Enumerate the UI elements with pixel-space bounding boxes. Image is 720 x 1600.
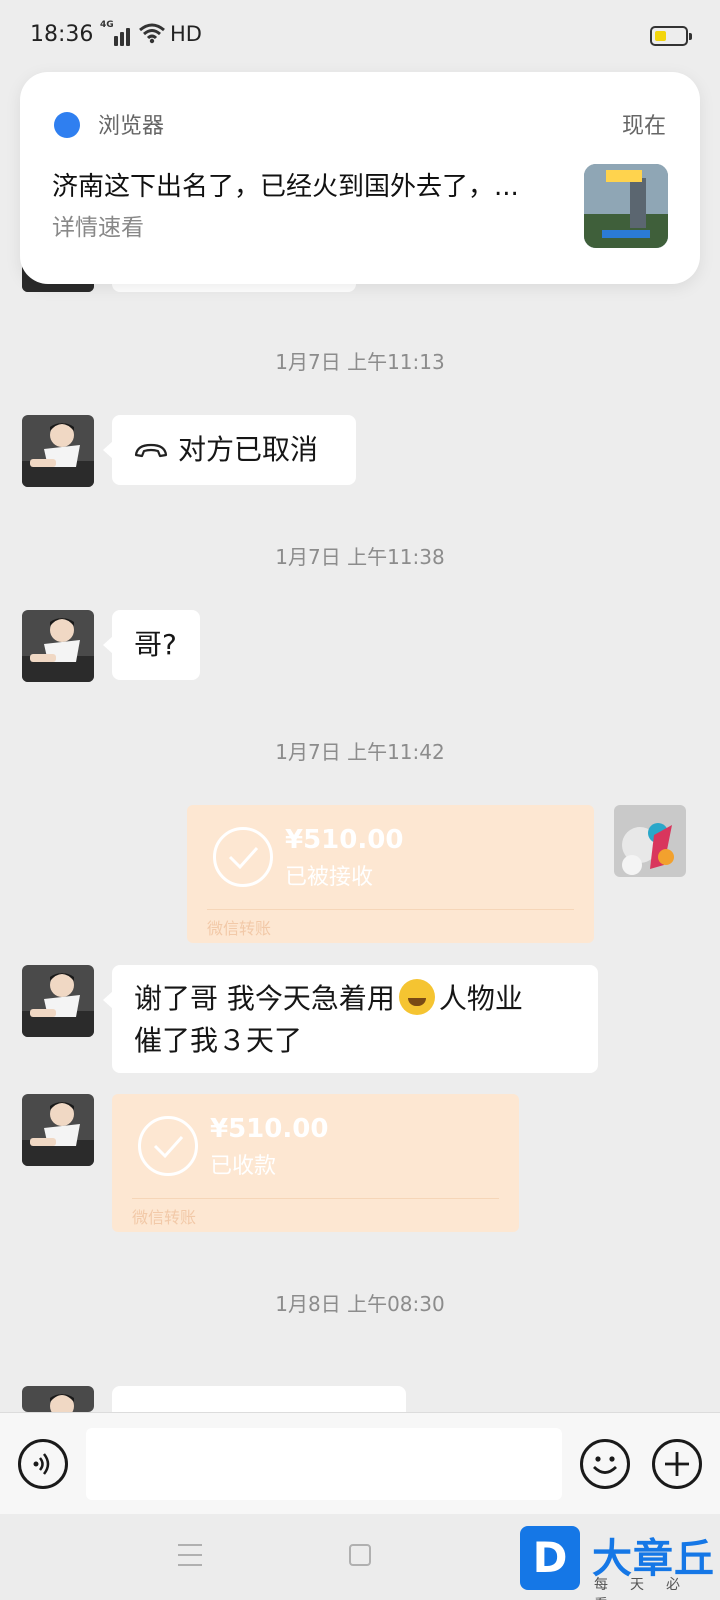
transfer-amount: ¥510.00 [210, 1114, 329, 1144]
wifi-icon [139, 23, 165, 44]
transfer-brand: 微信转账 [207, 919, 272, 938]
transfer-brand: 微信转账 [132, 1208, 197, 1227]
notification-subtitle: 详情速看 [52, 215, 144, 241]
call-status-text: 对方已取消 [178, 433, 319, 466]
transfer-status: 已被接收 [285, 865, 374, 890]
chat-input-bar [0, 1412, 720, 1514]
battery-icon [650, 26, 692, 46]
notification-title: 济南这下出名了，已经火到国外去了，... [52, 172, 519, 202]
avatar[interactable] [22, 415, 94, 487]
message-text: 催了我３天了 [134, 1024, 303, 1057]
message-bubble[interactable]: 哥? [103, 610, 200, 680]
browser-app-icon [54, 112, 80, 138]
smiley-icon [593, 1456, 617, 1474]
menu-nav-button[interactable] [178, 1544, 202, 1566]
avatar[interactable] [22, 610, 94, 682]
watermark-slogan: 每天必看 [594, 1577, 702, 1600]
home-nav-button[interactable] [349, 1544, 371, 1566]
notification-time: 现在 [621, 114, 666, 139]
call-record-bubble[interactable]: 对方已取消 [103, 415, 356, 485]
message-timestamp: 1月7日 上午11:13 [275, 350, 445, 374]
message-bubble[interactable] [103, 1386, 406, 1430]
network-type: 4G [100, 20, 114, 30]
message-bubble[interactable]: 谢了哥 我今天急着用 人物业 催了我３天了 [103, 965, 598, 1073]
transfer-card-sent[interactable]: ¥510.00 已被接收 微信转账 [187, 805, 594, 943]
watermark-logo: D [520, 1526, 580, 1590]
transfer-card-received[interactable]: ¥510.00 已收款 微信转账 [112, 1094, 519, 1232]
voice-icon [33, 1453, 50, 1475]
notification-app-name: 浏览器 [98, 114, 165, 139]
message-text: 人物业 [438, 982, 523, 1015]
message-input[interactable] [86, 1428, 562, 1500]
avatar[interactable] [22, 965, 94, 1037]
status-bar: 18:36 4G HD [0, 0, 720, 72]
check-circle-icon [138, 1116, 198, 1176]
message-timestamp: 1月7日 上午11:42 [275, 740, 445, 764]
avatar[interactable] [22, 1094, 94, 1166]
transfer-status: 已收款 [210, 1154, 277, 1179]
hd-indicator: HD [170, 22, 202, 46]
crying-laughing-emoji-icon [398, 979, 435, 1015]
battery-level [655, 31, 666, 41]
message-text: 谢了哥 我今天急着用 [134, 982, 395, 1015]
plus-icon [665, 1452, 689, 1476]
cellular-signal-icon: 4G [100, 20, 132, 48]
watermark: D 大章丘 每天必看 [520, 1522, 716, 1600]
notification-banner[interactable]: 浏览器 现在 济南这下出名了，已经火到国外去了，... 详情速看 [20, 72, 700, 284]
voice-input-button[interactable] [18, 1439, 68, 1489]
message-text: 哥? [134, 628, 177, 661]
message-timestamp: 1月8日 上午08:30 [275, 1292, 445, 1316]
my-avatar[interactable] [614, 805, 686, 877]
more-options-button[interactable] [652, 1439, 702, 1489]
hangup-phone-icon [134, 443, 168, 458]
status-time: 18:36 [30, 22, 94, 47]
avatar[interactable] [22, 1386, 94, 1412]
message-timestamp: 1月7日 上午11:38 [275, 545, 445, 569]
notification-thumbnail [584, 164, 668, 248]
emoji-button[interactable] [580, 1439, 630, 1489]
transfer-amount: ¥510.00 [285, 825, 404, 855]
check-circle-icon [213, 827, 273, 887]
